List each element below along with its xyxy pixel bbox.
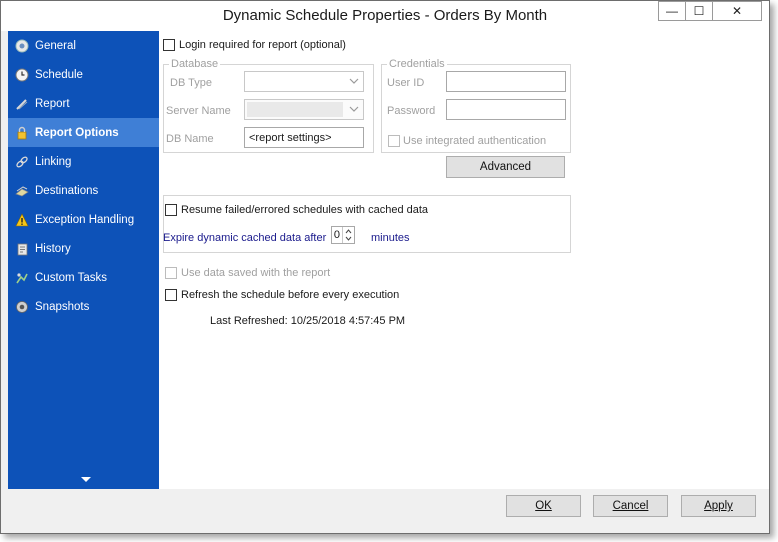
cancel-button-label: Cancel xyxy=(612,500,649,512)
sidebar-item-label: Linking xyxy=(35,155,72,168)
resume-cached-label: Resume failed/errored schedules with cac… xyxy=(181,204,429,216)
database-legend: Database xyxy=(169,58,221,70)
sidebar-item-label: Snapshots xyxy=(35,300,90,313)
apply-button-label: Apply xyxy=(704,500,733,512)
close-button[interactable]: ✕ xyxy=(712,1,762,21)
sidebar-item-history[interactable]: History xyxy=(8,234,159,263)
clock-icon xyxy=(15,68,29,82)
chevron-down-icon xyxy=(349,78,359,84)
sidebar-item-label: Report xyxy=(35,97,70,110)
server-name-label: Server Name xyxy=(166,105,231,117)
stepper-arrows-icon[interactable] xyxy=(342,227,354,243)
advanced-button[interactable]: Advanced xyxy=(446,156,565,178)
sidebar-item-custom-tasks[interactable]: Custom Tasks xyxy=(8,263,159,292)
lock-icon xyxy=(15,126,29,140)
use-saved-data-checkbox[interactable] xyxy=(165,267,177,279)
refresh-schedule-label: Refresh the schedule before every execut… xyxy=(181,289,400,301)
user-id-input[interactable] xyxy=(446,71,566,92)
minutes-label: minutes xyxy=(371,232,410,244)
warning-icon xyxy=(15,212,29,227)
apply-button[interactable]: Apply xyxy=(681,495,756,517)
use-saved-data-label: Use data saved with the report xyxy=(181,267,331,279)
sidebar-item-label: Schedule xyxy=(35,68,83,81)
resume-cached-checkbox[interactable] xyxy=(165,204,177,216)
last-refreshed-text: Last Refreshed: 10/25/2018 4:57:45 PM xyxy=(210,315,406,327)
chevron-down-icon xyxy=(349,106,359,112)
destinations-icon xyxy=(15,184,29,198)
dialog-window: Dynamic Schedule Properties - Orders By … xyxy=(0,0,770,534)
expire-minutes-value: 0 xyxy=(333,229,340,241)
server-name-select[interactable] xyxy=(244,99,364,120)
custom-tasks-icon xyxy=(15,271,29,285)
sidebar-item-destinations[interactable]: Destinations xyxy=(8,176,159,205)
sidebar-item-report[interactable]: Report xyxy=(8,89,159,118)
login-required-label: Login required for report (optional) xyxy=(179,39,346,51)
report-options-panel: Login required for report (optional) Dat… xyxy=(159,31,769,489)
integrated-auth-checkbox[interactable] xyxy=(388,135,400,147)
dialog-footer: OK Cancel Apply xyxy=(8,489,769,533)
expire-minutes-stepper[interactable]: 0 xyxy=(331,226,355,244)
scroll-down-arrow-icon[interactable] xyxy=(81,477,91,482)
snapshots-icon xyxy=(15,300,29,314)
db-name-input[interactable]: <report settings> xyxy=(244,127,364,148)
maximize-button[interactable]: ☐ xyxy=(685,1,713,21)
history-icon xyxy=(15,242,29,256)
sidebar-item-label: General xyxy=(35,39,76,52)
report-icon xyxy=(15,97,29,111)
sidebar-item-label: Destinations xyxy=(35,184,99,197)
minimize-button[interactable]: — xyxy=(658,1,686,21)
password-label: Password xyxy=(387,105,436,117)
cancel-button[interactable]: Cancel xyxy=(593,495,668,517)
sidebar-item-schedule[interactable]: Schedule xyxy=(8,60,159,89)
password-input[interactable] xyxy=(446,99,566,120)
sidebar-item-general[interactable]: General xyxy=(8,31,159,60)
credentials-legend: Credentials xyxy=(387,58,447,70)
db-name-label: DB Name xyxy=(166,133,214,145)
user-id-label: User ID xyxy=(387,77,425,89)
db-name-value: <report settings> xyxy=(249,131,332,144)
sidebar-item-report-options[interactable]: Report Options xyxy=(8,118,159,147)
general-icon xyxy=(15,39,29,53)
ok-button[interactable]: OK xyxy=(506,495,581,517)
server-name-value xyxy=(247,102,343,117)
link-icon xyxy=(15,155,29,169)
sidebar-item-exception-handling[interactable]: Exception Handling xyxy=(8,205,159,234)
refresh-schedule-checkbox[interactable] xyxy=(165,289,177,301)
ok-button-label: OK xyxy=(535,500,552,512)
db-type-select[interactable] xyxy=(244,71,364,92)
window-title: Dynamic Schedule Properties - Orders By … xyxy=(222,7,548,24)
sidebar-item-label: Exception Handling xyxy=(35,213,135,226)
sidebar-item-linking[interactable]: Linking xyxy=(8,147,159,176)
sidebar-item-label: Custom Tasks xyxy=(35,271,108,284)
sidebar-item-label: Report Options xyxy=(35,126,119,139)
sidebar: General Schedule Report Report Options L… xyxy=(8,31,159,489)
sidebar-item-snapshots[interactable]: Snapshots xyxy=(8,292,159,321)
login-required-checkbox[interactable] xyxy=(163,39,175,51)
integrated-auth-label: Use integrated authentication xyxy=(403,135,547,147)
db-type-label: DB Type xyxy=(170,77,212,89)
expire-cached-label: Expire dynamic cached data after xyxy=(163,232,327,244)
sidebar-item-label: History xyxy=(35,242,71,255)
title-bar: Dynamic Schedule Properties - Orders By … xyxy=(1,1,769,31)
